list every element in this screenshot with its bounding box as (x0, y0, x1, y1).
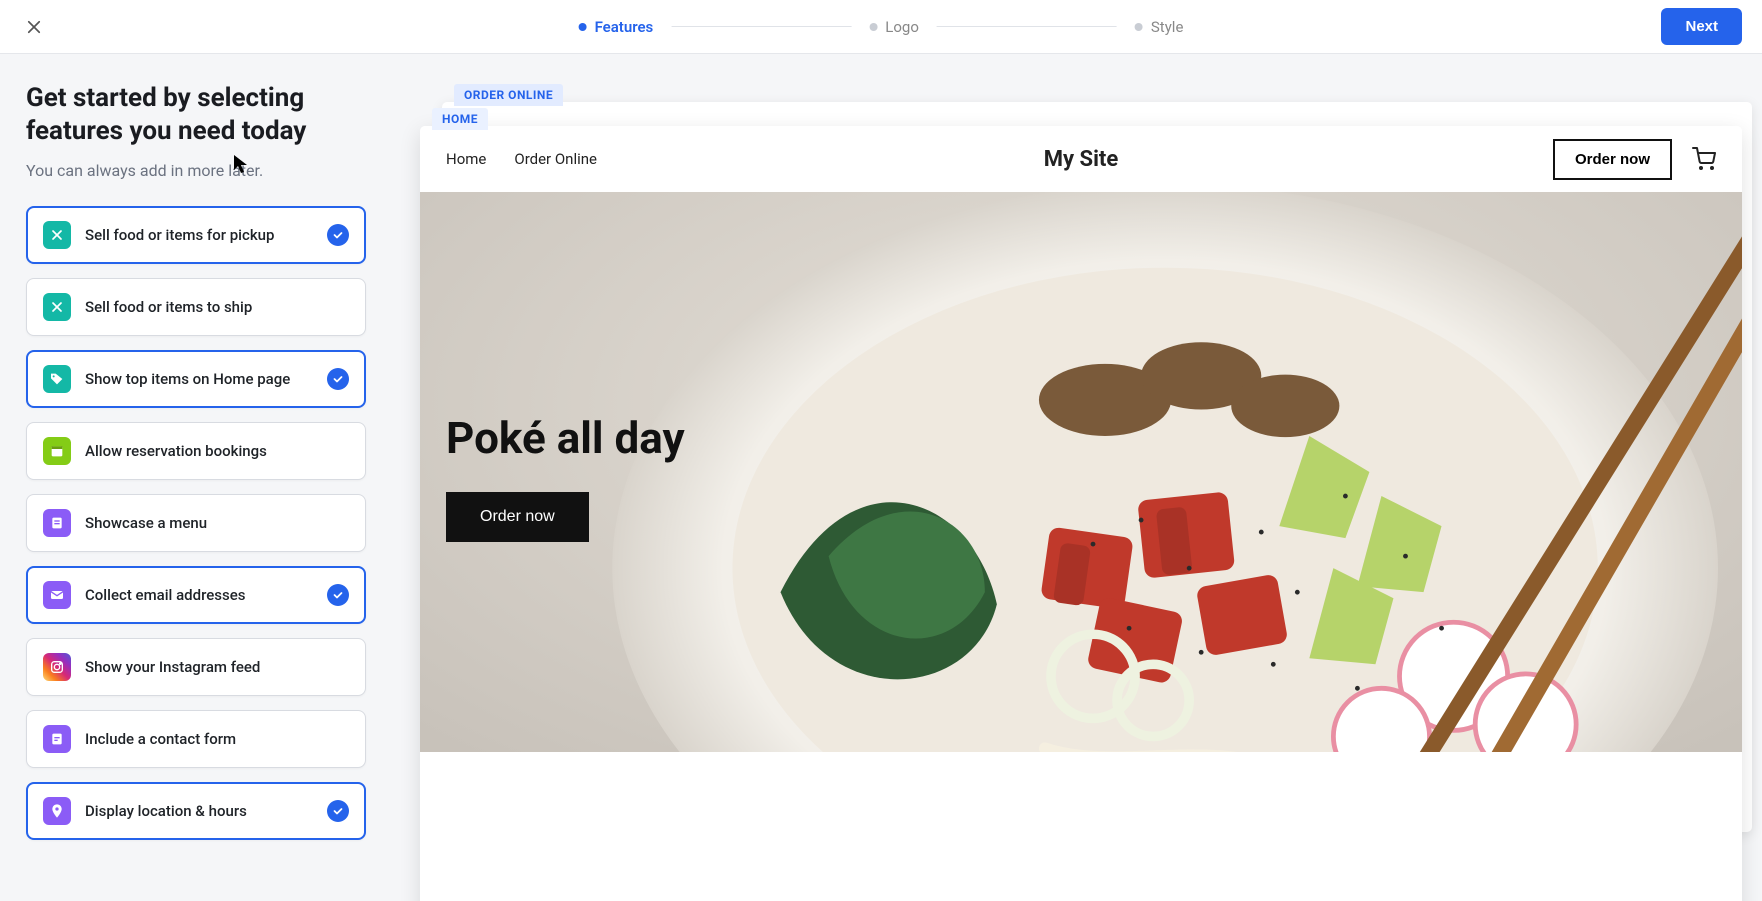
step-style[interactable]: Style (1135, 18, 1184, 36)
site-title: My Site (1044, 147, 1119, 172)
feature-label: Include a contact form (85, 730, 236, 748)
form-icon (43, 725, 71, 753)
site-nav: Home Order Online (446, 150, 597, 168)
preview-page-home: Home Order Online My Site Order now (420, 126, 1742, 901)
feature-label: Sell food or items for pickup (85, 226, 274, 244)
feature-label: Collect email addresses (85, 586, 245, 604)
sidebar: Get started by selecting features you ne… (0, 54, 392, 901)
cart-icon[interactable] (1692, 147, 1716, 171)
step-logo[interactable]: Logo (869, 18, 919, 36)
feature-card[interactable]: Include a contact form (26, 710, 366, 768)
step-label: Logo (885, 18, 919, 36)
step-dot-icon (869, 23, 877, 31)
sidebar-subtitle: You can always add in more later. (26, 161, 366, 180)
feature-card[interactable]: Display location & hours (26, 782, 366, 840)
step-label: Features (595, 18, 654, 36)
feature-card[interactable]: Showcase a menu (26, 494, 366, 552)
preview-tab-home[interactable]: HOME (432, 108, 488, 130)
next-button[interactable]: Next (1661, 8, 1742, 45)
sidebar-title: Get started by selecting features you ne… (26, 82, 366, 147)
close-icon (25, 18, 43, 36)
feature-label: Sell food or items to ship (85, 298, 252, 316)
feature-card[interactable]: Show your Instagram feed (26, 638, 366, 696)
preview-area: ORDER ONLINE Home Order Online My Site O… (392, 54, 1762, 901)
feature-card[interactable]: Allow reservation bookings (26, 422, 366, 480)
nav-link-home[interactable]: Home (446, 150, 486, 168)
hero-content: Poké all day Order now (446, 412, 685, 542)
stepper: Features Logo Style (579, 18, 1184, 36)
preview-tab-order-online[interactable]: ORDER ONLINE (454, 84, 563, 106)
feature-card[interactable]: Sell food or items for pickup (26, 206, 366, 264)
step-divider (937, 26, 1117, 27)
feature-list: Sell food or items for pickup Sell food o… (26, 206, 366, 840)
check-icon (327, 368, 349, 390)
feature-label: Display location & hours (85, 802, 247, 820)
mail-icon (43, 581, 71, 609)
nav-link-order-online[interactable]: Order Online (514, 150, 597, 168)
preview-stack: ORDER ONLINE Home Order Online My Site O… (420, 84, 1742, 901)
calendar-icon (43, 437, 71, 465)
step-dot-icon (1135, 23, 1143, 31)
step-features[interactable]: Features (579, 18, 654, 36)
feature-card[interactable]: Show top items on Home page (26, 350, 366, 408)
pin-icon (43, 797, 71, 825)
step-divider (671, 26, 851, 27)
hero-title: Poké all day (446, 412, 685, 464)
menu-icon (43, 509, 71, 537)
header-order-now-button[interactable]: Order now (1553, 139, 1672, 180)
tag-icon (43, 365, 71, 393)
feature-label: Allow reservation bookings (85, 442, 267, 460)
check-icon (327, 800, 349, 822)
feature-label: Show top items on Home page (85, 370, 290, 388)
hero-section: Poké all day Order now (420, 192, 1742, 752)
site-header: Home Order Online My Site Order now (420, 126, 1742, 192)
feature-card[interactable]: Sell food or items to ship (26, 278, 366, 336)
hero-order-now-button[interactable]: Order now (446, 492, 589, 542)
step-dot-icon (579, 23, 587, 31)
check-icon (327, 224, 349, 246)
site-actions: Order now (1553, 139, 1716, 180)
close-button[interactable] (20, 13, 48, 41)
main: Get started by selecting features you ne… (0, 54, 1762, 901)
step-label: Style (1151, 18, 1184, 36)
topbar: Features Logo Style Next (0, 0, 1762, 54)
feature-label: Show your Instagram feed (85, 658, 260, 676)
instagram-icon (43, 653, 71, 681)
feature-label: Showcase a menu (85, 514, 207, 532)
utensils-icon (43, 293, 71, 321)
utensils-icon (43, 221, 71, 249)
check-icon (327, 584, 349, 606)
feature-card[interactable]: Collect email addresses (26, 566, 366, 624)
